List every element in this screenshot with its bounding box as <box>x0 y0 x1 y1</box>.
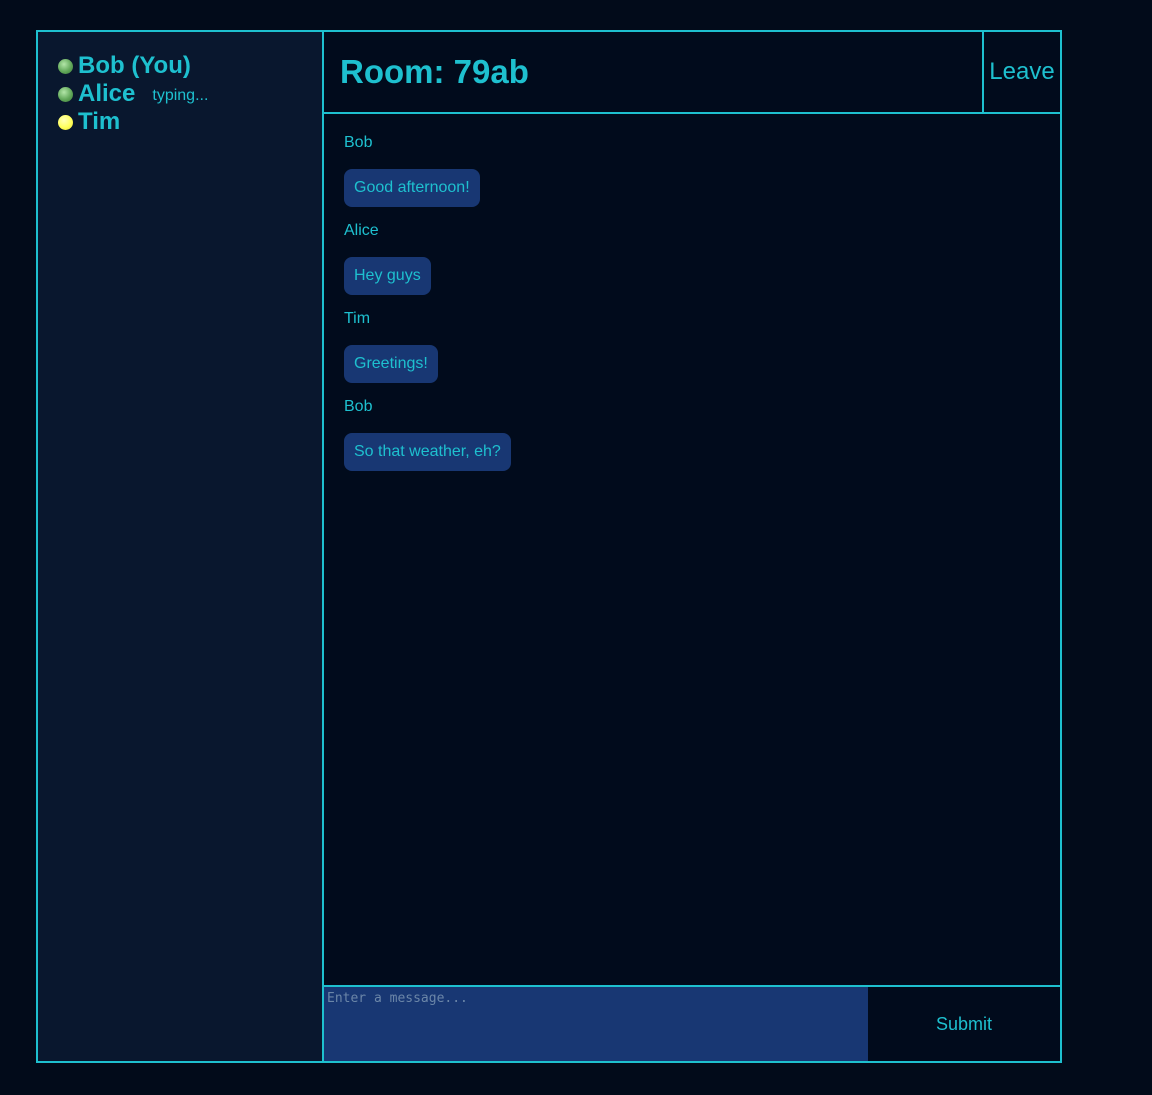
message-bubble: Good afternoon! <box>344 169 480 207</box>
user-name: Bob (You) <box>78 52 191 79</box>
message-composer: Submit <box>324 985 1060 1061</box>
chat-header: Room: 79ab Leave <box>324 32 1060 114</box>
message-input[interactable] <box>324 987 868 1061</box>
user-item: Alice typing... <box>58 80 322 108</box>
chat-app: Bob (You) Alice typing... Tim Room: 79ab… <box>36 30 1062 1063</box>
message-bubble: Greetings! <box>344 345 438 383</box>
message-author: Alice <box>344 222 379 239</box>
leave-button[interactable]: Leave <box>982 32 1060 112</box>
message-author: Bob <box>344 134 373 151</box>
room-title: Room: 79ab <box>340 53 529 90</box>
user-item: Bob (You) <box>58 52 322 80</box>
submit-button[interactable]: Submit <box>868 987 1060 1061</box>
user-list: Bob (You) Alice typing... Tim <box>38 32 324 1061</box>
message: Alice Hey guys <box>344 221 1060 309</box>
message: Tim Greetings! <box>344 309 1060 397</box>
away-status-icon <box>58 114 73 130</box>
message: Bob Good afternoon! <box>344 133 1060 221</box>
user-name: Alice <box>78 80 136 107</box>
typing-indicator: typing... <box>152 87 209 104</box>
user-name: Tim <box>78 108 121 135</box>
message-author: Tim <box>344 310 371 327</box>
message-bubble: So that weather, eh? <box>344 433 511 471</box>
message: Bob So that weather, eh? <box>344 397 1060 485</box>
online-status-icon <box>58 86 73 102</box>
online-status-icon <box>58 58 73 74</box>
user-item: Tim <box>58 108 322 136</box>
message-author: Bob <box>344 398 373 415</box>
chat-panel: Room: 79ab Leave Bob Good afternoon! Ali… <box>324 32 1060 1061</box>
message-list: Bob Good afternoon! Alice Hey guys Tim G… <box>324 114 1060 985</box>
message-bubble: Hey guys <box>344 257 431 295</box>
